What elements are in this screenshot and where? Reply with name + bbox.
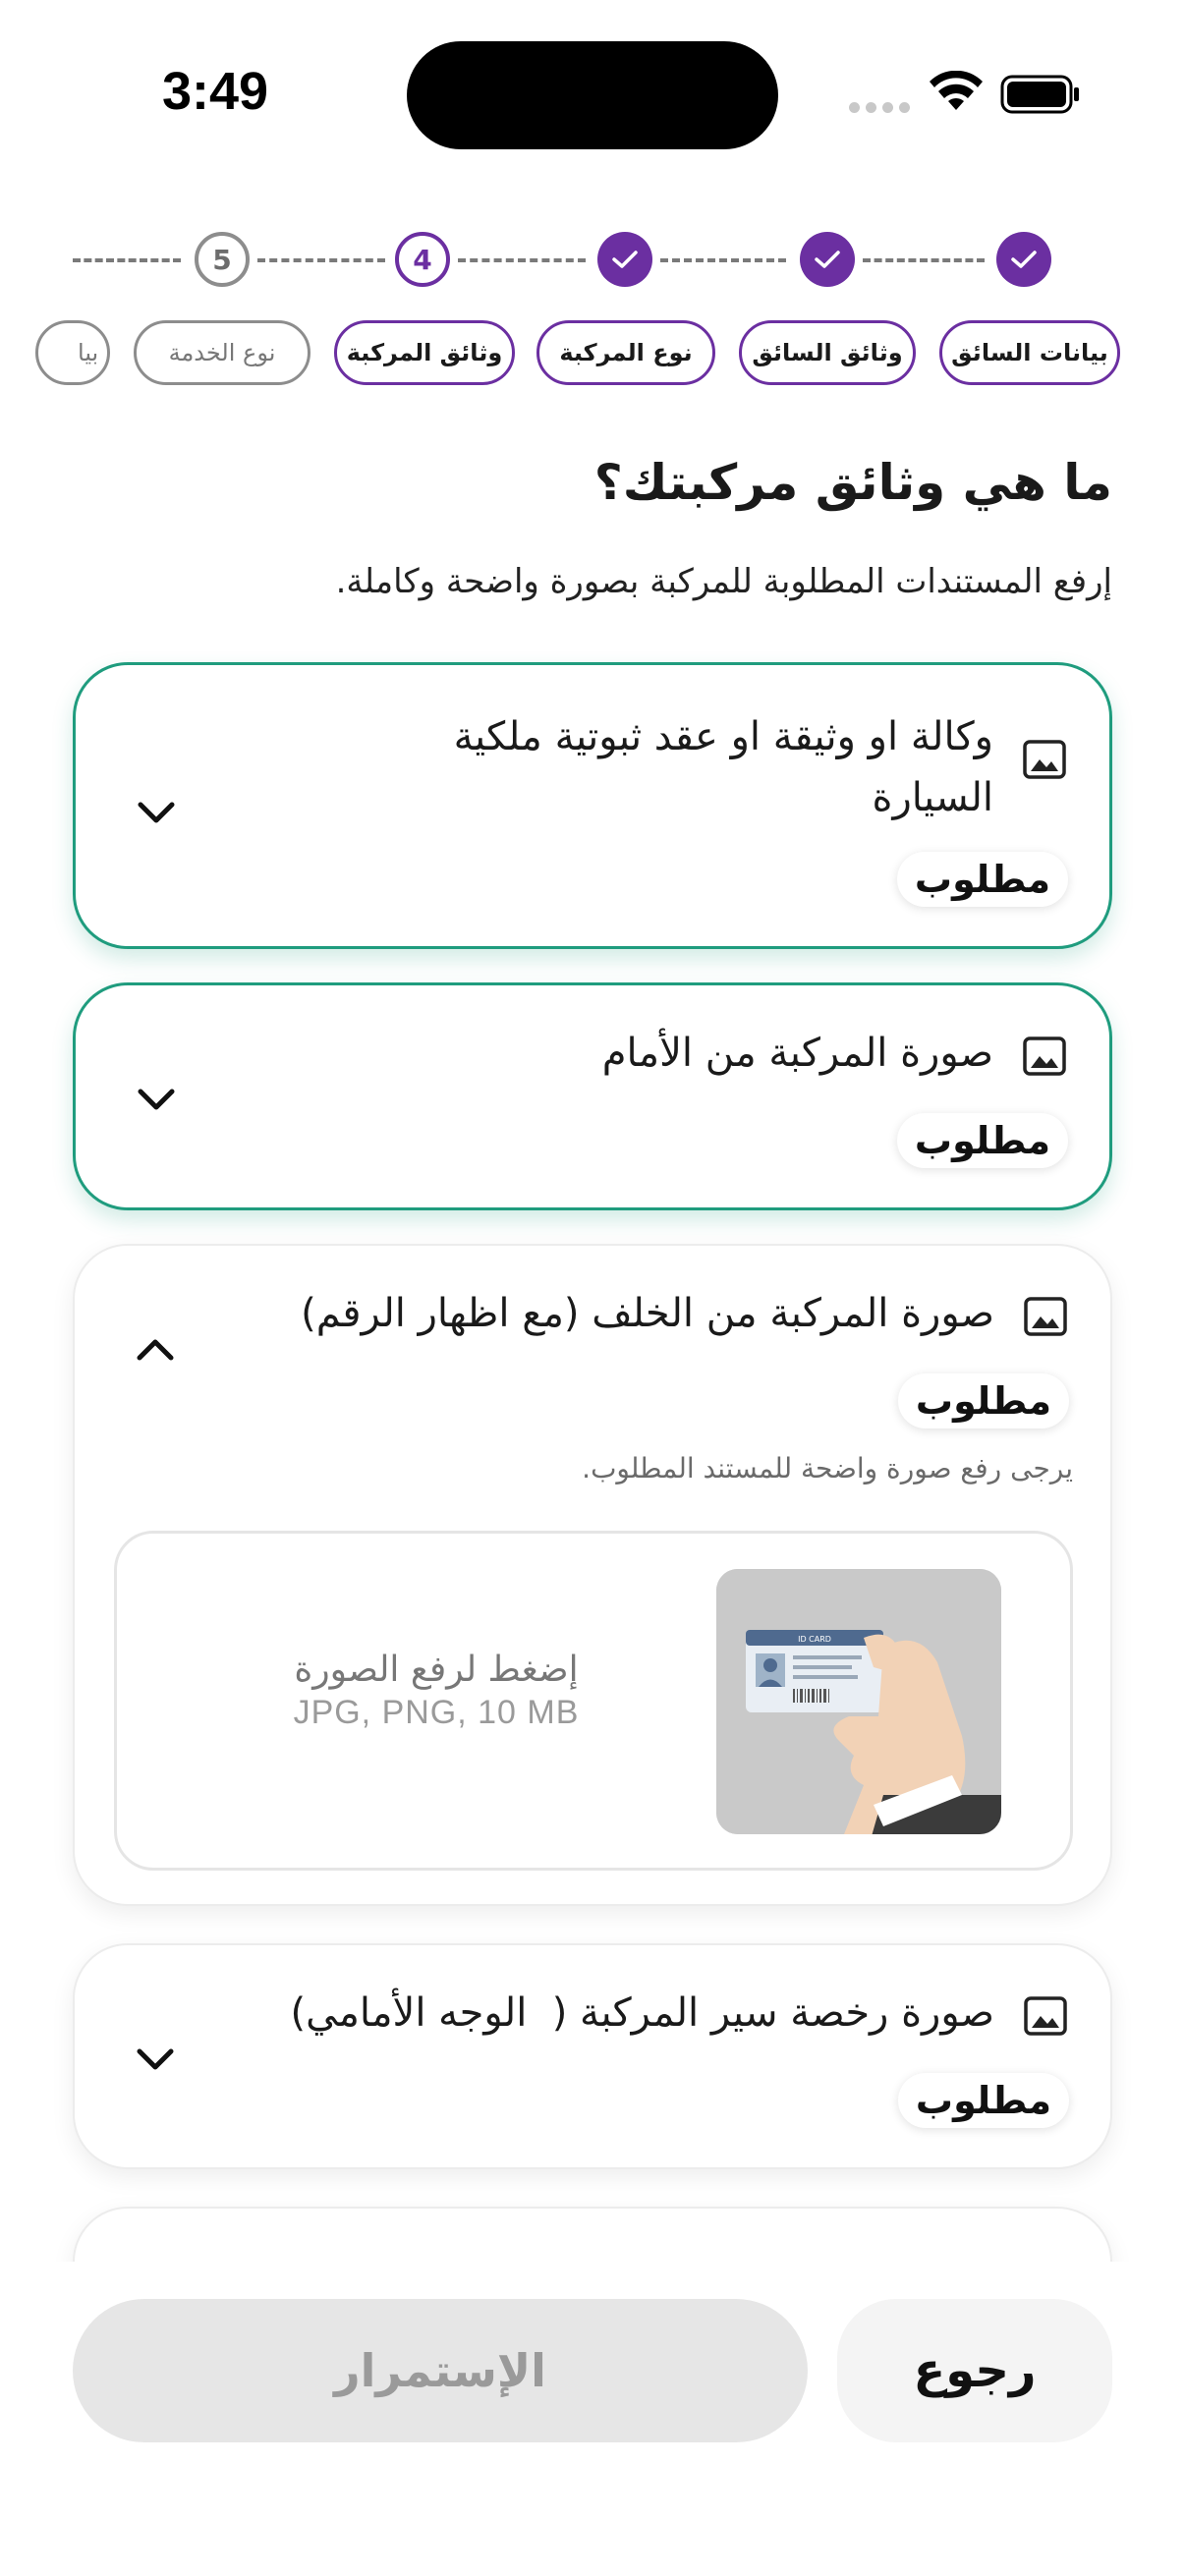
step-label-driver-docs[interactable]: وثائق السائق (739, 320, 916, 385)
page-title: ما هي وثائق مركبتك؟ (593, 454, 1112, 511)
upload-cta: إضغط لرفع الصورة (294, 1650, 579, 1690)
wifi-icon (930, 71, 983, 110)
image-icon (1024, 1297, 1067, 1336)
step-connector (73, 258, 181, 262)
step-label-driver-info[interactable]: بيانات السائق (939, 320, 1120, 385)
document-title: صورة رخصة سير المركبة ( الوجه الأمامي) (290, 1990, 994, 2036)
step-1-check-icon (996, 232, 1051, 287)
step-labels: بيا نوع الخدمة وثائق المركبة نوع المركبة… (0, 320, 1185, 389)
upload-hint: يرجى رفع صورة واضحة للمستند المطلوب. (582, 1452, 1073, 1484)
bottom-action-bar: الإستمرار رجوع (0, 2262, 1185, 2576)
step-label-6[interactable]: بيا (35, 320, 110, 385)
page-subtitle: إرفع المستندات المطلوبة للمركبة بصورة وا… (335, 562, 1112, 601)
step-label-vehicle-type[interactable]: نوع المركبة (536, 320, 715, 385)
document-title: وكالة او وثيقة او عقد ثبوتية ملكية السيا… (453, 714, 993, 820)
step-label-service-type[interactable]: نوع الخدمة (134, 320, 310, 385)
step-5-circle: 5 (195, 232, 250, 287)
battery-icon (1000, 75, 1079, 114)
document-title: صورة المركبة من الأمام (601, 1031, 993, 1076)
id-card-hand-image: ID CARD (716, 1569, 1001, 1834)
required-badge: مطلوب (896, 852, 1068, 907)
step-label-vehicle-docs[interactable]: وثائق المركبة (334, 320, 515, 385)
status-time: 3:49 (162, 62, 269, 121)
back-button[interactable]: رجوع (837, 2299, 1112, 2442)
image-icon (1023, 740, 1066, 779)
step-connector (458, 258, 586, 262)
signal-icon (849, 102, 910, 113)
progress-stepper: 5 4 (0, 226, 1185, 295)
continue-button[interactable]: الإستمرار (73, 2299, 808, 2442)
image-icon (1023, 1036, 1066, 1076)
id-card-header-text: ID CARD (798, 1635, 831, 1644)
upload-dropzone[interactable]: ID CARD إضغط لرفع الصورة JPG, PNG, 10 MB (114, 1531, 1073, 1871)
step-4-circle: 4 (395, 232, 450, 287)
required-badge: مطلوب (897, 1373, 1069, 1428)
chevron-up-icon[interactable] (134, 1336, 177, 1364)
document-card-rear-photo[interactable]: صورة المركبة من الخلف (مع اظهار الرقم) م… (73, 1244, 1112, 1906)
dynamic-island (407, 41, 778, 149)
step-connector (660, 258, 786, 262)
id-card-illustration: ID CARD (716, 1569, 1001, 1834)
step-2-check-icon (800, 232, 855, 287)
chevron-down-icon[interactable] (134, 2045, 177, 2073)
document-card-ownership[interactable]: وكالة او وثيقة او عقد ثبوتية ملكية السيا… (73, 662, 1112, 949)
image-icon (1024, 1996, 1067, 2036)
status-bar: 3:49 (0, 0, 1185, 196)
document-card-front-photo[interactable]: صورة المركبة من الأمام مطلوب (73, 982, 1112, 1210)
chevron-down-icon[interactable] (135, 799, 178, 826)
required-badge: مطلوب (896, 1113, 1068, 1168)
document-card-registration-front[interactable]: صورة رخصة سير المركبة ( الوجه الأمامي) م… (73, 1943, 1112, 2169)
upload-formats: JPG, PNG, 10 MB (293, 1694, 580, 1731)
chevron-down-icon[interactable] (135, 1086, 178, 1113)
upload-text: إضغط لرفع الصورة JPG, PNG, 10 MB (274, 1650, 598, 1732)
required-badge: مطلوب (897, 2073, 1069, 2128)
step-connector (863, 258, 985, 262)
step-3-check-icon (597, 232, 652, 287)
document-title: صورة المركبة من الخلف (مع اظهار الرقم) (301, 1291, 994, 1336)
step-connector (257, 258, 385, 262)
